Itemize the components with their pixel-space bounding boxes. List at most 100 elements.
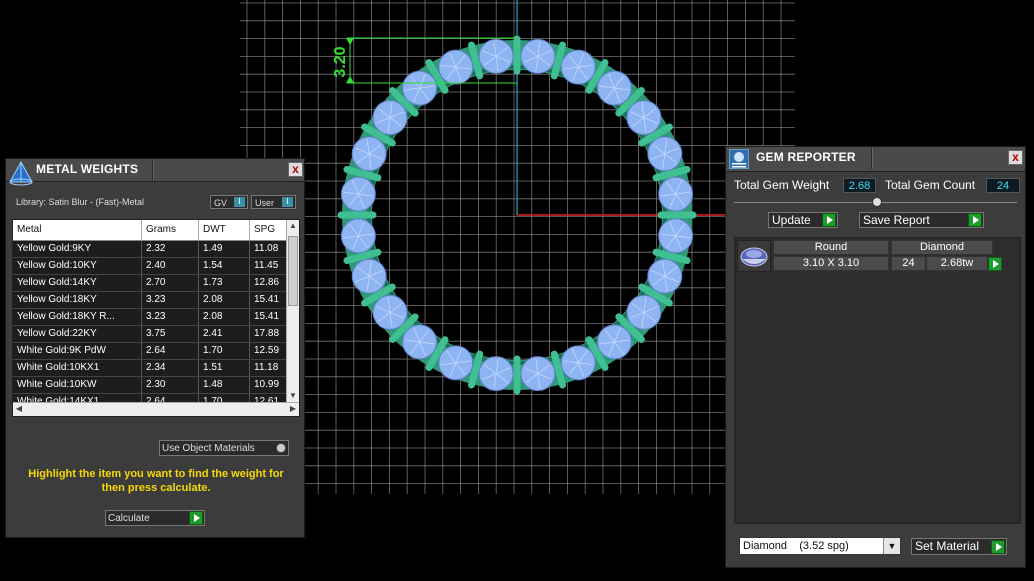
gem-stone[interactable] <box>340 218 376 254</box>
metal-weights-titlebar[interactable]: METAL WEIGHTS x <box>6 159 304 186</box>
dwt-cell: 1.49 <box>199 241 250 257</box>
scroll-up-icon[interactable]: ▲ <box>287 220 299 232</box>
use-object-materials-option[interactable]: Use Object Materials <box>159 440 289 456</box>
gem-stone[interactable] <box>478 356 514 392</box>
update-button[interactable]: Update <box>768 212 838 228</box>
scroll-right-icon[interactable]: ▶ <box>287 403 299 415</box>
instruction-text: Highlight the item you want to find the … <box>28 468 284 494</box>
gem-reporter-titlebar[interactable]: GEM REPORTER x <box>726 147 1025 172</box>
table-row[interactable]: Yellow Gold:14KY 2.70 1.73 12.86 <box>13 275 290 292</box>
calculate-button[interactable]: Calculate <box>105 510 205 526</box>
gem-stone[interactable] <box>351 258 387 294</box>
title-divider <box>871 147 873 169</box>
gem-stone[interactable] <box>402 70 438 106</box>
update-label: Update <box>772 213 811 227</box>
gem-stone[interactable] <box>626 100 662 136</box>
dwt-cell: 2.08 <box>199 292 250 308</box>
report-icon <box>729 149 749 169</box>
gem-stone[interactable] <box>478 38 514 74</box>
gem-stone[interactable] <box>438 345 474 381</box>
toggle-indicator-icon: I <box>234 197 245 207</box>
gem-row[interactable]: Round Diamond 3.10 X 3.10 24 2.68tw <box>737 240 1004 272</box>
table-row[interactable]: White Gold:9K PdW 2.64 1.70 12.59 <box>13 343 290 360</box>
grams-cell: 3.23 <box>142 292 199 308</box>
scroll-left-icon[interactable]: ◀ <box>13 403 25 415</box>
gem-stone[interactable] <box>372 100 408 136</box>
save-report-label: Save Report <box>863 213 930 227</box>
horizontal-scrollbar[interactable]: ◀ ▶ <box>13 402 299 416</box>
play-icon[interactable] <box>822 213 836 227</box>
column-header-dwt[interactable]: DWT <box>199 220 250 240</box>
close-button[interactable]: x <box>1008 150 1023 165</box>
gem-stone[interactable] <box>520 38 556 74</box>
spg-cell: 12.86 <box>250 275 290 291</box>
gem-stone[interactable] <box>340 176 376 212</box>
material-select-value: Diamond (3.52 spg) <box>743 540 849 552</box>
column-header-grams[interactable]: Grams <box>142 220 199 240</box>
gem-stone[interactable] <box>372 294 408 330</box>
set-material-button[interactable]: Set Material <box>911 538 1007 555</box>
save-report-button[interactable]: Save Report <box>859 212 984 228</box>
table-row[interactable]: Yellow Gold:18KY 3.23 2.08 15.41 <box>13 292 290 309</box>
metal-weights-table[interactable]: Metal Grams DWT SPG Yellow Gold:9KY 2.32 1… <box>12 219 300 417</box>
play-icon[interactable] <box>988 257 1002 271</box>
spg-cell: 11.45 <box>250 258 290 274</box>
table-row[interactable]: White Gold:10KX1 2.34 1.51 11.18 <box>13 360 290 377</box>
table-row[interactable]: Yellow Gold:10KY 2.40 1.54 11.45 <box>13 258 290 275</box>
round-gem-icon <box>737 240 771 272</box>
gem-stone[interactable] <box>351 136 387 172</box>
gem-stone[interactable] <box>560 345 596 381</box>
grams-cell: 3.75 <box>142 326 199 342</box>
column-header-metal[interactable]: Metal <box>13 220 142 240</box>
metal-cell: Yellow Gold:9KY <box>13 241 142 257</box>
user-toggle-label: User <box>255 198 275 208</box>
toggle-indicator-icon: I <box>282 197 293 207</box>
user-toggle[interactable]: User I <box>251 195 296 209</box>
spg-cell: 12.59 <box>250 343 290 359</box>
gv-toggle-label: GV <box>214 198 228 208</box>
gem-stone[interactable] <box>596 70 632 106</box>
column-header-spg[interactable]: SPG <box>250 220 290 240</box>
spg-cell: 11.18 <box>250 360 290 376</box>
table-row[interactable]: Yellow Gold:18KY R... 3.23 2.08 15.41 <box>13 309 290 326</box>
gem-shape-header: Round <box>773 240 889 255</box>
gem-stone[interactable] <box>658 218 694 254</box>
radio-icon[interactable] <box>276 443 286 453</box>
grams-cell: 2.70 <box>142 275 199 291</box>
grams-cell: 2.32 <box>142 241 199 257</box>
table-row[interactable]: Yellow Gold:9KY 2.32 1.49 11.08 <box>13 241 290 258</box>
metal-weights-panel: METAL WEIGHTS x Library: Satin Blur - (F… <box>5 158 305 538</box>
gem-stone[interactable] <box>560 49 596 85</box>
gem-stone[interactable] <box>520 356 556 392</box>
vertical-scrollbar[interactable]: ▲ ▼ <box>286 220 299 402</box>
metal-cell: White Gold:9K PdW <box>13 343 142 359</box>
play-icon[interactable] <box>968 213 982 227</box>
grams-cell: 2.30 <box>142 377 199 393</box>
metal-cell: Yellow Gold:14KY <box>13 275 142 291</box>
gem-stone[interactable] <box>596 324 632 360</box>
chevron-down-icon[interactable]: ▼ <box>883 538 900 554</box>
scroll-down-icon[interactable]: ▼ <box>287 390 299 402</box>
gem-stone[interactable] <box>647 258 683 294</box>
gv-toggle[interactable]: GV I <box>210 195 248 209</box>
gem-list[interactable]: Round Diamond 3.10 X 3.10 24 2.68tw <box>734 237 1021 524</box>
gem-stone[interactable] <box>438 49 474 85</box>
gem-stone[interactable] <box>402 324 438 360</box>
play-icon[interactable] <box>189 511 203 525</box>
gem-stone[interactable] <box>647 136 683 172</box>
dwt-cell: 2.41 <box>199 326 250 342</box>
material-select[interactable]: Diamond (3.52 spg) ▼ <box>739 537 901 555</box>
gem-stone[interactable] <box>658 176 694 212</box>
table-row[interactable]: Yellow Gold:22KY 3.75 2.41 17.88 <box>13 326 290 343</box>
dimension-label: 3.20 <box>332 46 349 77</box>
scrollbar-thumb[interactable] <box>288 236 298 306</box>
play-icon[interactable] <box>991 540 1005 554</box>
collapse-knob-icon[interactable] <box>872 197 882 207</box>
metal-cell: Yellow Gold:22KY <box>13 326 142 342</box>
table-row[interactable]: White Gold:10KW 2.30 1.48 10.99 <box>13 377 290 394</box>
gem-stone[interactable] <box>626 294 662 330</box>
table-header: Metal Grams DWT SPG <box>13 220 290 241</box>
close-button[interactable]: x <box>288 162 303 177</box>
pyramid-icon <box>9 160 33 186</box>
gem-weight-cell: 2.68tw <box>926 256 988 271</box>
